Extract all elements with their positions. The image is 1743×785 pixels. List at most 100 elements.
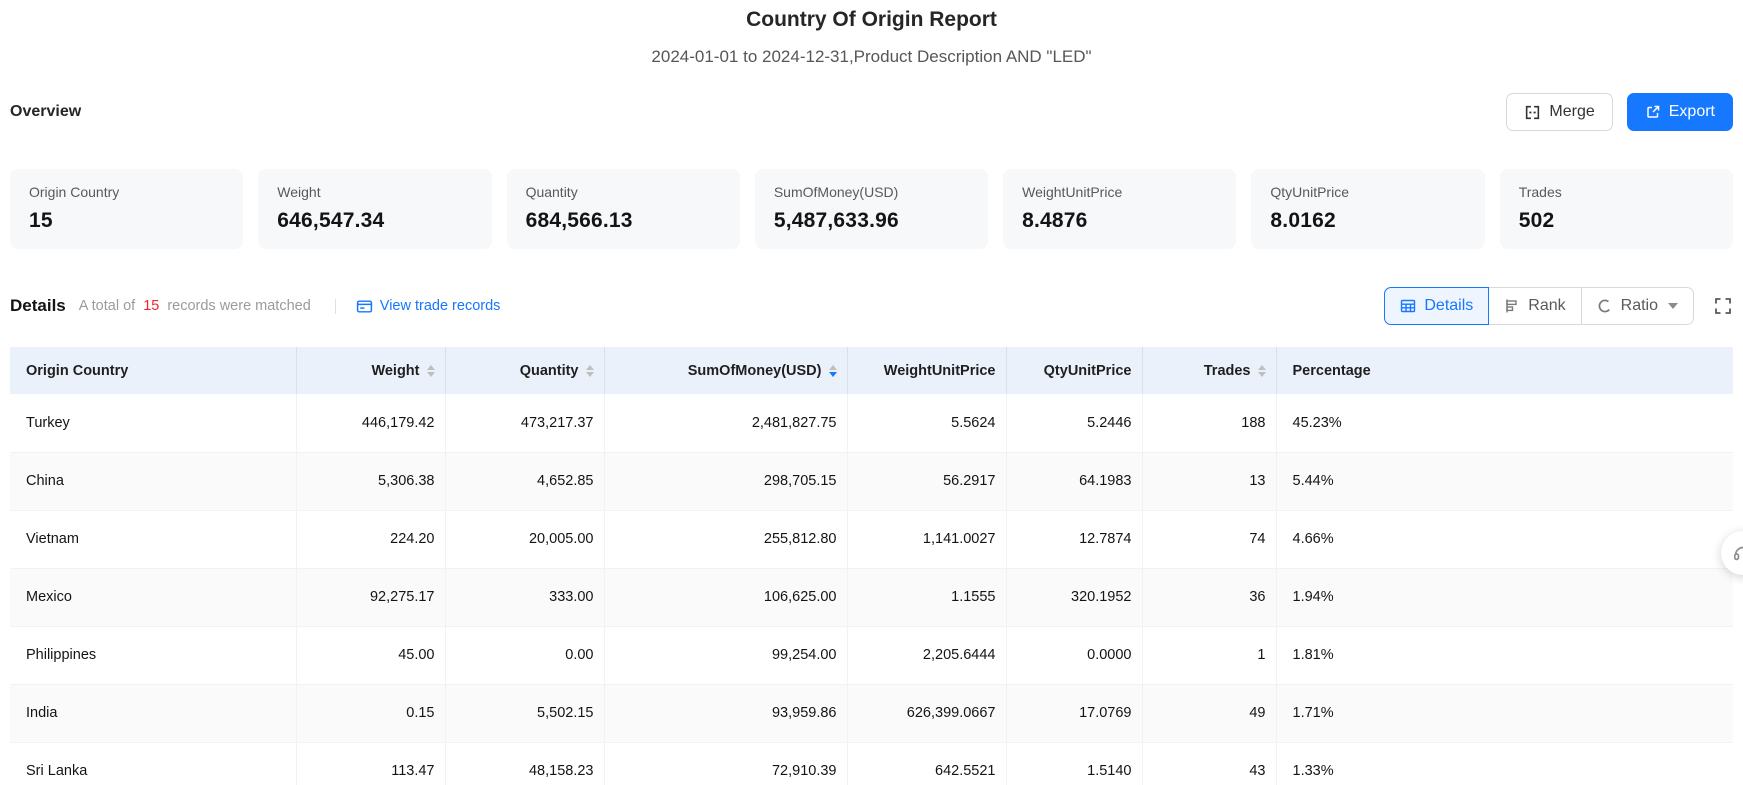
column-header[interactable]: SumOfMoney(USD): [604, 347, 847, 394]
view-switch: Details Rank Ratio: [1384, 287, 1694, 325]
table-cell: 17.0769: [1006, 684, 1142, 742]
table-cell: 1.71%: [1276, 684, 1733, 742]
table-cell: 2,481,827.75: [604, 394, 847, 452]
table-cell: 56.2917: [847, 452, 1006, 510]
origin-country-cell: Sri Lanka: [10, 742, 296, 785]
column-header-label: Trades: [1204, 363, 1251, 379]
trade-records-icon: [356, 298, 373, 315]
view-trade-records-link[interactable]: View trade records: [356, 298, 501, 315]
table-cell: 93,959.86: [604, 684, 847, 742]
column-header: Percentage: [1276, 347, 1733, 394]
export-button[interactable]: Export: [1627, 93, 1733, 131]
origin-country-cell: Mexico: [10, 568, 296, 626]
stat-card-label: QtyUnitPrice: [1270, 184, 1465, 200]
match-summary: A total of 15 records were matched: [79, 298, 311, 314]
column-header[interactable]: Quantity: [445, 347, 604, 394]
overview-actions: Merge Export: [1506, 93, 1733, 131]
sort-icon: [1258, 365, 1266, 377]
page-title: Country Of Origin Report: [10, 0, 1733, 32]
table-cell: 49: [1142, 684, 1276, 742]
stat-card-label: WeightUnitPrice: [1022, 184, 1217, 200]
column-header[interactable]: Weight: [296, 347, 445, 394]
match-prefix: A total of: [79, 298, 135, 314]
table-cell: 36: [1142, 568, 1276, 626]
merge-button[interactable]: Merge: [1506, 93, 1612, 131]
details-heading: Details: [10, 296, 66, 316]
table-body: Turkey446,179.42473,217.372,481,827.755.…: [10, 394, 1733, 785]
origin-country-cell: Turkey: [10, 394, 296, 452]
table-cell: 1,141.0027: [847, 510, 1006, 568]
table-cell: 626,399.0667: [847, 684, 1006, 742]
tab-details[interactable]: Details: [1384, 287, 1489, 325]
view-trade-records-label: View trade records: [380, 298, 501, 314]
table-cell: 45.23%: [1276, 394, 1733, 452]
stat-card-value: 646,547.34: [277, 209, 472, 233]
table-cell: 20,005.00: [445, 510, 604, 568]
table-cell: 5,306.38: [296, 452, 445, 510]
table-cell: 2,205.6444: [847, 626, 1006, 684]
table-cell: 473,217.37: [445, 394, 604, 452]
column-header-label: Quantity: [520, 363, 579, 379]
table-cell: 642.5521: [847, 742, 1006, 785]
column-header-label: QtyUnitPrice: [1044, 363, 1132, 379]
stat-card: Quantity 684,566.13: [507, 169, 740, 249]
export-label: Export: [1669, 103, 1715, 121]
table-cell: 113.47: [296, 742, 445, 785]
table-cell: 1: [1142, 626, 1276, 684]
column-header[interactable]: Trades: [1142, 347, 1276, 394]
table-row: India0.155,502.1593,959.86626,399.066717…: [10, 684, 1733, 742]
stat-card-value: 684,566.13: [526, 209, 721, 233]
fullscreen-icon: [1713, 296, 1733, 316]
overview-cards: Origin Country 15 Weight 646,547.34 Quan…: [10, 169, 1733, 249]
stat-card: Origin Country 15: [10, 169, 243, 249]
tab-ratio[interactable]: Ratio: [1581, 287, 1694, 325]
table-cell: 5.2446: [1006, 394, 1142, 452]
stat-card-label: Trades: [1519, 184, 1714, 200]
origin-country-cell: China: [10, 452, 296, 510]
table-cell: 45.00: [296, 626, 445, 684]
table-cell: 13: [1142, 452, 1276, 510]
export-icon: [1645, 104, 1661, 120]
column-header-label: Percentage: [1293, 363, 1371, 379]
table-cell: 72,910.39: [604, 742, 847, 785]
stat-card-label: Weight: [277, 184, 472, 200]
table-cell: 74: [1142, 510, 1276, 568]
table-cell: 0.00: [445, 626, 604, 684]
table-cell: 1.33%: [1276, 742, 1733, 785]
table-row: Vietnam224.2020,005.00255,812.801,141.00…: [10, 510, 1733, 568]
table-cell: 92,275.17: [296, 568, 445, 626]
fullscreen-button[interactable]: [1713, 296, 1733, 316]
details-table: Origin Country Weight Quantity SumOfMoney(U…: [10, 347, 1733, 785]
column-header-label: Weight: [371, 363, 419, 379]
stat-card: WeightUnitPrice 8.4876: [1003, 169, 1236, 249]
table-cell: 64.1983: [1006, 452, 1142, 510]
sort-icon: [586, 365, 594, 377]
merge-label: Merge: [1549, 103, 1594, 121]
table-row: Sri Lanka113.4748,158.2372,910.39642.552…: [10, 742, 1733, 785]
column-header: QtyUnitPrice: [1006, 347, 1142, 394]
tab-rank-label: Rank: [1528, 297, 1565, 315]
column-header: Origin Country: [10, 347, 296, 394]
stat-card-label: SumOfMoney(USD): [774, 184, 969, 200]
table-cell: 5.44%: [1276, 452, 1733, 510]
table-cell: 4,652.85: [445, 452, 604, 510]
table-cell: 1.5140: [1006, 742, 1142, 785]
table-row: Turkey446,179.42473,217.372,481,827.755.…: [10, 394, 1733, 452]
overview-bar: Overview Merge Export: [10, 93, 1733, 131]
stat-card-value: 502: [1519, 209, 1714, 233]
table-row: Philippines45.000.0099,254.002,205.64440…: [10, 626, 1733, 684]
stat-card-value: 5,487,633.96: [774, 209, 969, 233]
rank-icon: [1504, 298, 1520, 314]
table-cell: 48,158.23: [445, 742, 604, 785]
match-count: 15: [143, 298, 159, 314]
table-icon: [1400, 298, 1416, 314]
tab-rank[interactable]: Rank: [1488, 287, 1581, 325]
divider: [335, 299, 336, 314]
table-cell: 0.15: [296, 684, 445, 742]
stat-card-label: Quantity: [526, 184, 721, 200]
table-cell: 5,502.15: [445, 684, 604, 742]
sort-icon: [829, 365, 837, 377]
table-cell: 12.7874: [1006, 510, 1142, 568]
column-header-label: Origin Country: [26, 363, 128, 379]
table-cell: 4.66%: [1276, 510, 1733, 568]
